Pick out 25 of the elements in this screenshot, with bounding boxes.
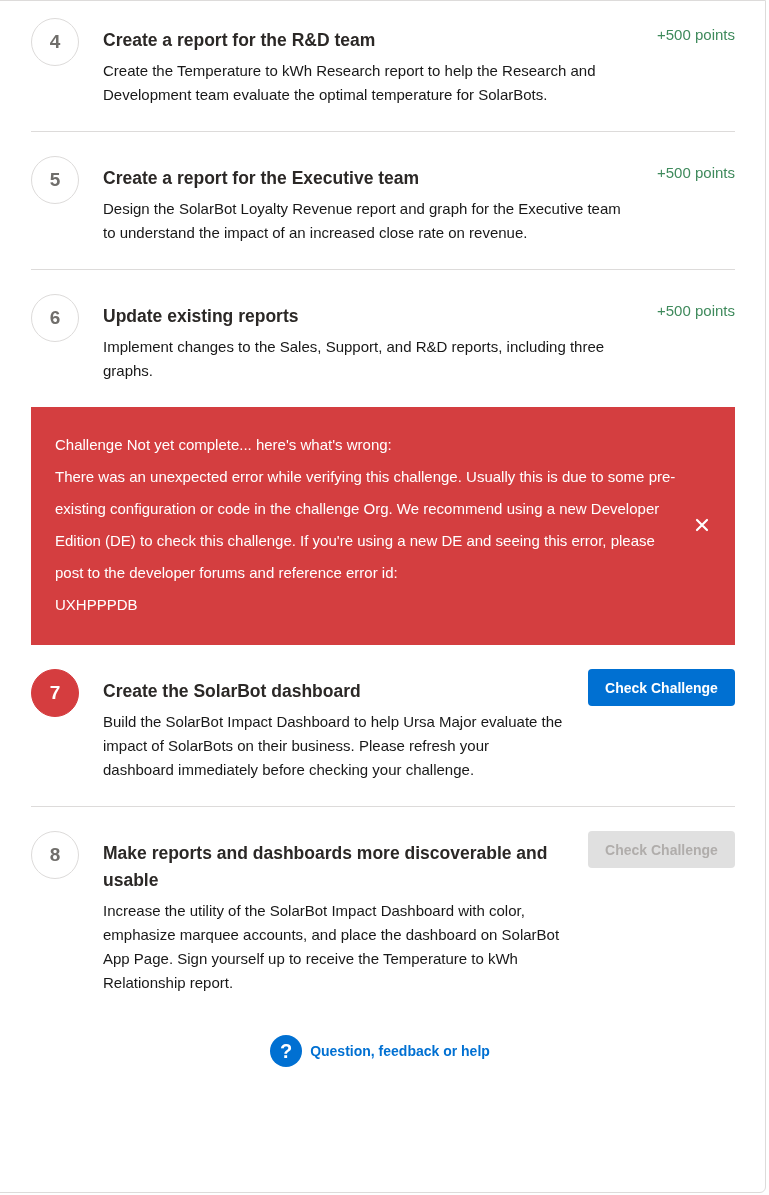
points-label: +500 points	[657, 301, 735, 319]
error-message: There was an unexpected error while verifying this challenge. Usually this is due to some pre-existing configuration or code in the challenge Org. We recommend using a new Developer Edition (DE) to check this challenge. If you're using a new DE and seeing this error, please post to the developer forums and reference error id:	[55, 467, 677, 583]
step-number: 8	[31, 831, 79, 879]
help-link[interactable]: Question, feedback or help	[310, 1043, 490, 1059]
step-title: Create the SolarBot dashboard	[103, 680, 362, 703]
error-code: UXHPPPDB	[55, 595, 139, 615]
step-description: Design the SolarBot Loyalty Revenue report and graph for the Executive team to understand the impact of an increased close rate on revenue.	[103, 199, 622, 243]
step-description: Build the SolarBot Impact Dashboard to help Ursa Major evaluate the impact of SolarBots on their business. Please refresh your dashboard immediately before checking your challenge.	[103, 712, 564, 780]
step-description: Increase the utility of the SolarBot Impact Dashboard with color, emphasize marquee accounts, and place the dashboard on SolarBot App Page. Sign yourself up to receive the Temperature to kWh Relationship report.	[103, 901, 561, 993]
step-title: Make reports and dashboards more discoverable and usable	[103, 842, 549, 892]
close-icon[interactable]	[695, 518, 709, 532]
step-description: Create the Temperature to kWh Research report to help the Research and Development team evaluate the optimal temperature for SolarBots.	[103, 61, 597, 105]
step-number: 7	[31, 669, 79, 717]
step-title: Create a report for the R&D team	[103, 29, 377, 52]
step-title: Update existing reports	[103, 305, 300, 328]
error-heading: Challenge Not yet complete... here's what's wrong:	[55, 435, 393, 455]
step-number: 6	[31, 294, 79, 342]
check-challenge-button[interactable]: Check Challenge	[588, 669, 735, 706]
step-description: Implement changes to the Sales, Support, and R&D reports, including three graphs.	[103, 337, 606, 381]
points-label: +500 points	[657, 25, 735, 43]
step-title: Create a report for the Executive team	[103, 167, 421, 190]
step-number: 5	[31, 156, 79, 204]
step-number: 4	[31, 18, 79, 66]
help-icon[interactable]: ?	[270, 1035, 303, 1067]
points-label: +500 points	[657, 163, 735, 181]
